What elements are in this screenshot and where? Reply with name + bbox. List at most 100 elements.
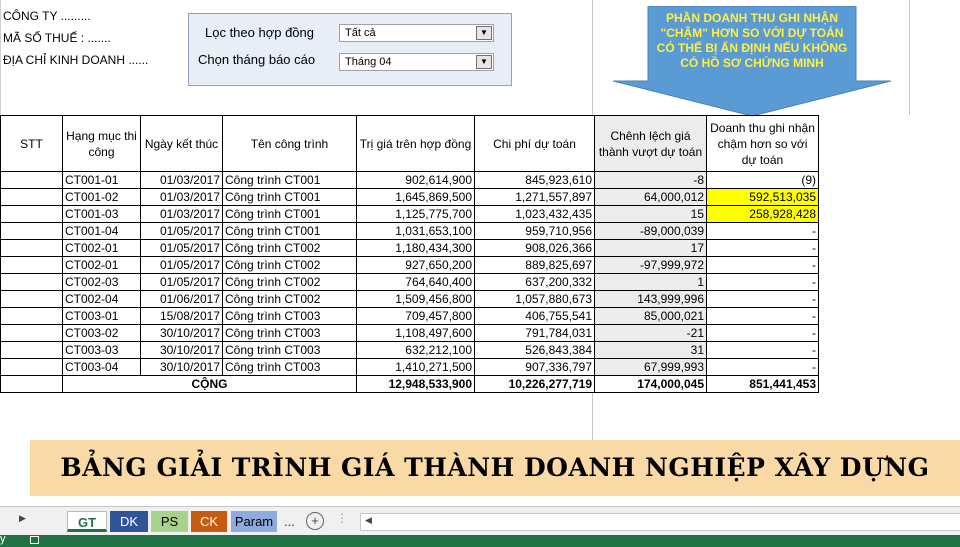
cell-stt[interactable] xyxy=(0,358,63,376)
month-filter-dropdown[interactable]: Tháng 04 ▼ xyxy=(339,53,494,71)
cell-stt[interactable] xyxy=(0,256,63,274)
cell-stt[interactable] xyxy=(0,341,63,359)
header-end-date[interactable]: Ngày kết thúc xyxy=(140,115,223,172)
cell-end-date[interactable]: 01/03/2017 xyxy=(140,171,223,189)
cell-work-item[interactable]: CT003-02 xyxy=(62,324,141,342)
cell-cost-variance[interactable]: 1 xyxy=(594,273,707,291)
scroll-tabs-right-icon[interactable]: ▶ xyxy=(19,513,26,524)
cell-cost-variance[interactable]: 17 xyxy=(594,239,707,257)
cell-end-date[interactable]: 01/05/2017 xyxy=(140,239,223,257)
more-tabs[interactable]: ... xyxy=(284,514,295,529)
cell-cost-variance[interactable]: -8 xyxy=(594,171,707,189)
cell-estimated-cost[interactable]: 1,057,880,673 xyxy=(474,290,595,308)
cell-work-item[interactable]: CT003-04 xyxy=(62,358,141,376)
header-estimated-cost[interactable]: Chi phí dự toán xyxy=(474,115,595,172)
cell-end-date[interactable]: 30/10/2017 xyxy=(140,358,223,376)
cell-contract-value[interactable]: 1,509,456,800 xyxy=(356,290,475,308)
cell-stt[interactable] xyxy=(0,375,63,393)
cell-project-name[interactable]: Công trình CT003 xyxy=(222,341,357,359)
cell-stt[interactable] xyxy=(0,171,63,189)
cell-project-name[interactable]: Công trình CT002 xyxy=(222,239,357,257)
cell-total-contract[interactable]: 12,948,533,900 xyxy=(356,375,475,393)
cell-contract-value[interactable]: 1,125,775,700 xyxy=(356,205,475,223)
cell-project-name[interactable]: Công trình CT003 xyxy=(222,307,357,325)
sheet-tab-ps[interactable]: PS xyxy=(151,511,188,532)
cell-work-item[interactable]: CT003-01 xyxy=(62,307,141,325)
header-stt[interactable]: STT xyxy=(0,115,63,172)
cell-stt[interactable] xyxy=(0,188,63,206)
cell-project-name[interactable]: Công trình CT001 xyxy=(222,205,357,223)
cell-contract-value[interactable]: 1,410,271,500 xyxy=(356,358,475,376)
cell-stt[interactable] xyxy=(0,307,63,325)
cell-work-item[interactable]: CT002-03 xyxy=(62,273,141,291)
scroll-left-icon[interactable]: ◀ xyxy=(365,515,372,526)
header-late-revenue[interactable]: Doanh thu ghi nhận chậm hơn so với dự to… xyxy=(706,115,819,172)
cell-late-revenue[interactable]: - xyxy=(706,324,819,342)
cell-cost-variance[interactable]: 143,999,996 xyxy=(594,290,707,308)
cell-cost-variance[interactable]: -97,999,972 xyxy=(594,256,707,274)
cell-late-revenue[interactable]: (9) xyxy=(706,171,819,189)
cell-project-name[interactable]: Công trình CT002 xyxy=(222,290,357,308)
cell-estimated-cost[interactable]: 1,271,557,897 xyxy=(474,188,595,206)
cell-estimated-cost[interactable]: 908,026,366 xyxy=(474,239,595,257)
header-cost-variance[interactable]: Chênh lệch giá thành vượt dự toán xyxy=(594,115,707,172)
cell-cost-variance[interactable]: 15 xyxy=(594,205,707,223)
sheet-tab-param[interactable]: Param xyxy=(231,511,277,532)
sheet-view-icon[interactable] xyxy=(30,536,39,544)
cell-late-revenue[interactable]: - xyxy=(706,341,819,359)
cell-work-item[interactable]: CT001-04 xyxy=(62,222,141,240)
cell-end-date[interactable]: 30/10/2017 xyxy=(140,341,223,359)
cell-stt[interactable] xyxy=(0,205,63,223)
cell-estimated-cost[interactable]: 845,923,610 xyxy=(474,171,595,189)
cell-late-revenue[interactable]: 592,513,035 xyxy=(706,188,819,206)
cell-cost-variance[interactable]: 31 xyxy=(594,341,707,359)
cell-estimated-cost[interactable]: 406,755,541 xyxy=(474,307,595,325)
cell-contract-value[interactable]: 1,645,869,500 xyxy=(356,188,475,206)
cell-cost-variance[interactable]: -21 xyxy=(594,324,707,342)
cell-estimated-cost[interactable]: 791,784,031 xyxy=(474,324,595,342)
cell-work-item[interactable]: CT001-03 xyxy=(62,205,141,223)
cell-cost-variance[interactable]: 64,000,012 xyxy=(594,188,707,206)
cell-late-revenue[interactable]: - xyxy=(706,307,819,325)
cell-contract-value[interactable]: 1,108,497,600 xyxy=(356,324,475,342)
horizontal-scrollbar[interactable]: ◀ xyxy=(360,513,960,531)
cell-total-label[interactable]: CỘNG xyxy=(62,375,357,393)
cell-project-name[interactable]: Công trình CT002 xyxy=(222,256,357,274)
add-sheet-icon[interactable]: + xyxy=(306,512,324,530)
header-contract-value[interactable]: Trị giá trên hợp đồng xyxy=(356,115,475,172)
cell-project-name[interactable]: Công trình CT001 xyxy=(222,171,357,189)
cell-late-revenue[interactable]: - xyxy=(706,222,819,240)
cell-total-cost[interactable]: 10,226,277,719 xyxy=(474,375,595,393)
cell-estimated-cost[interactable]: 959,710,956 xyxy=(474,222,595,240)
cell-work-item[interactable]: CT002-01 xyxy=(62,239,141,257)
cell-stt[interactable] xyxy=(0,239,63,257)
cell-cost-variance[interactable]: -89,000,039 xyxy=(594,222,707,240)
cell-contract-value[interactable]: 1,031,653,100 xyxy=(356,222,475,240)
cell-contract-value[interactable]: 632,212,100 xyxy=(356,341,475,359)
cell-work-item[interactable]: CT001-01 xyxy=(62,171,141,189)
cell-estimated-cost[interactable]: 889,825,697 xyxy=(474,256,595,274)
cell-end-date[interactable]: 01/05/2017 xyxy=(140,273,223,291)
cell-end-date[interactable]: 01/03/2017 xyxy=(140,205,223,223)
cell-stt[interactable] xyxy=(0,290,63,308)
cell-project-name[interactable]: Công trình CT001 xyxy=(222,188,357,206)
sheet-tab-gt[interactable]: GT xyxy=(67,511,107,532)
cell-project-name[interactable]: Công trình CT002 xyxy=(222,273,357,291)
cell-late-revenue[interactable]: - xyxy=(706,256,819,274)
cell-contract-value[interactable]: 1,180,434,300 xyxy=(356,239,475,257)
cell-work-item[interactable]: CT001-02 xyxy=(62,188,141,206)
cell-total-late-revenue[interactable]: 851,441,453 xyxy=(706,375,819,393)
cell-late-revenue[interactable]: 258,928,428 xyxy=(706,205,819,223)
cell-estimated-cost[interactable]: 1,023,432,435 xyxy=(474,205,595,223)
cell-end-date[interactable]: 01/03/2017 xyxy=(140,188,223,206)
sheet-tab-dk[interactable]: DK xyxy=(110,511,148,532)
cell-project-name[interactable]: Công trình CT003 xyxy=(222,358,357,376)
cell-contract-value[interactable]: 709,457,800 xyxy=(356,307,475,325)
cell-cost-variance[interactable]: 67,999,993 xyxy=(594,358,707,376)
cell-work-item[interactable]: CT002-04 xyxy=(62,290,141,308)
cell-work-item[interactable]: CT003-03 xyxy=(62,341,141,359)
cell-work-item[interactable]: CT002-01 xyxy=(62,256,141,274)
cell-end-date[interactable]: 01/06/2017 xyxy=(140,290,223,308)
cell-estimated-cost[interactable]: 526,843,384 xyxy=(474,341,595,359)
chevron-down-icon[interactable]: ▼ xyxy=(476,26,492,40)
